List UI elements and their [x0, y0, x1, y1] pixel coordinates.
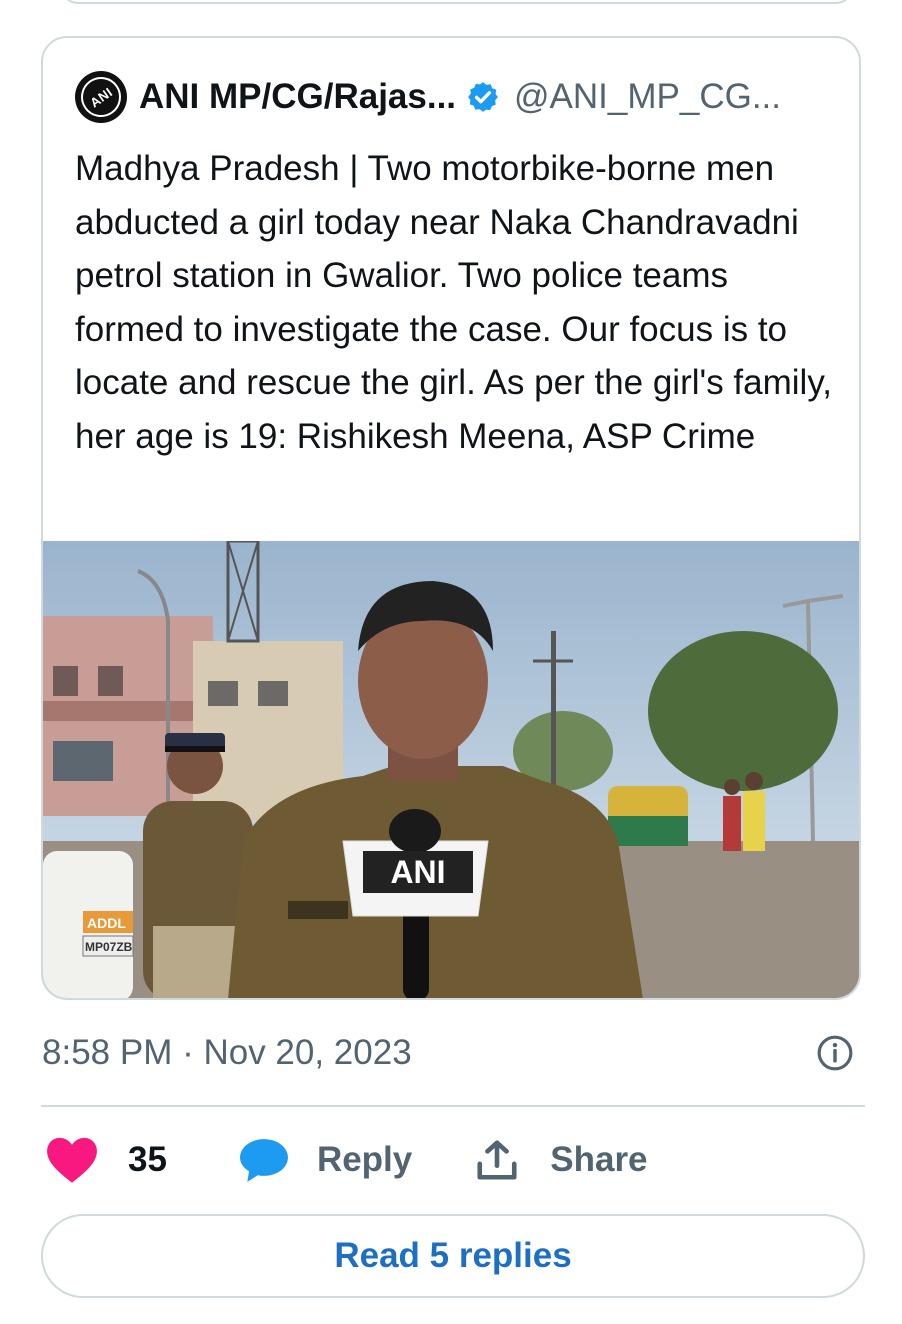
read-replies-button[interactable]: Read 5 replies [41, 1214, 865, 1298]
author-display-name[interactable]: ANI MP/CG/Rajas... [139, 77, 456, 117]
van-number-plate: MP07ZB [85, 940, 133, 954]
van-plate-tag: ADDL [87, 915, 126, 931]
previous-card-edge [60, 0, 854, 4]
share-button[interactable]: Share [474, 1137, 648, 1183]
share-label: Share [550, 1140, 648, 1179]
likes-count: 35 [128, 1140, 167, 1179]
speech-bubble-icon [239, 1139, 288, 1182]
mic-flag-logo: ANI [390, 854, 445, 890]
tweet-timestamp-row: 8:58 PM · Nov 20, 2023 [42, 1026, 862, 1080]
reply-label: Reply [316, 1140, 413, 1179]
author-handle[interactable]: @ANI_MP_CG... [514, 77, 781, 117]
tweet-actions-row: 35 Reply Share [46, 1130, 648, 1190]
info-circle-icon[interactable] [816, 1034, 854, 1072]
share-upload-icon [477, 1140, 517, 1180]
reply-button[interactable]: Reply [239, 1137, 412, 1183]
avatar-logo-text: ANI [73, 69, 129, 125]
verified-badge-icon [468, 82, 498, 112]
like-button[interactable]: 35 [46, 1136, 167, 1184]
heart-icon [47, 1137, 97, 1183]
quoted-tweet-author-row[interactable]: ANI ANI MP/CG/Rajas... @ANI_MP_CG... [73, 69, 835, 125]
author-avatar[interactable]: ANI [73, 69, 129, 125]
divider [41, 1105, 865, 1107]
quoted-tweet-text: Madhya Pradesh | Two motorbike-borne men… [75, 149, 832, 456]
tweet-media-image[interactable]: ANI ADDL MP07ZB [43, 541, 859, 998]
quoted-tweet-card[interactable]: ANI ANI MP/CG/Rajas... @ANI_MP_CG... Mad… [41, 36, 861, 1000]
tweet-timestamp[interactable]: 8:58 PM · Nov 20, 2023 [42, 1033, 412, 1073]
